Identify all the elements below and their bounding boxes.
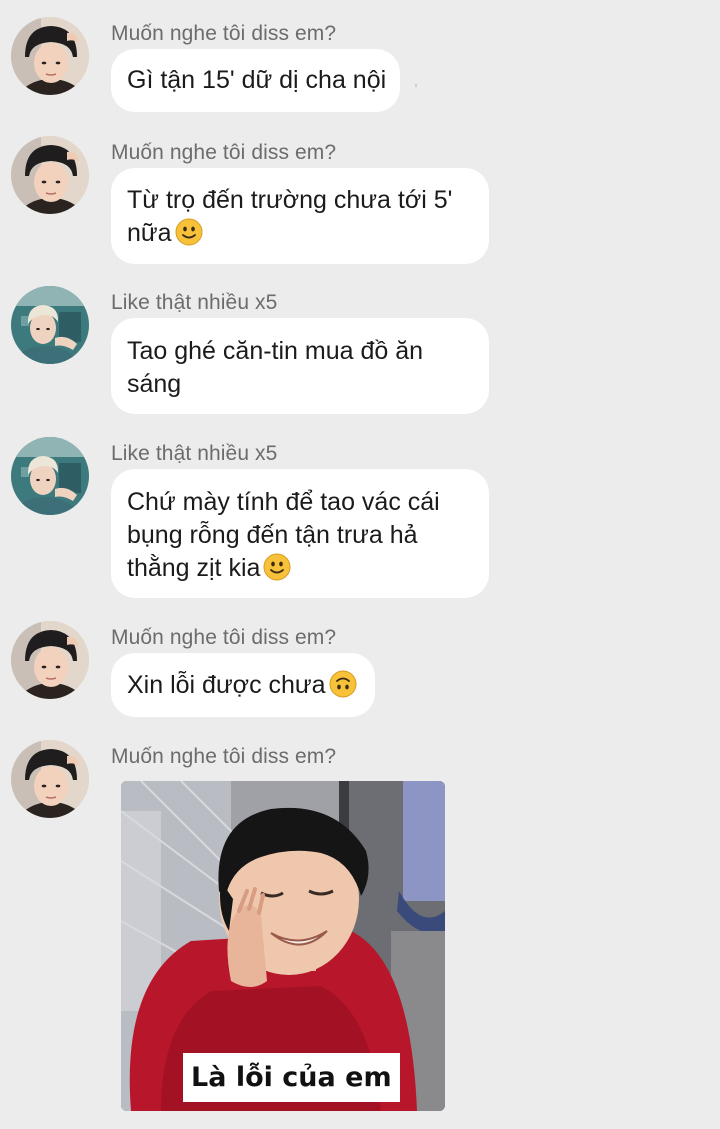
divider xyxy=(415,84,417,87)
image-caption: Là lỗi của em xyxy=(183,1053,400,1102)
slightly-smiling-face-icon xyxy=(263,553,291,581)
message-text-line: thằng zịt kia xyxy=(127,552,473,585)
avatar[interactable] xyxy=(11,286,89,364)
message-text: nữa xyxy=(127,219,172,247)
message-text: thằng zịt kia xyxy=(127,554,261,582)
avatar-beanie-boy-icon xyxy=(11,740,89,818)
message-bubble[interactable]: Chứ mày tính để tao vác cái bụng rỗng đế… xyxy=(111,469,489,598)
message-text: sáng xyxy=(127,370,182,398)
message-text: Xin lỗi được chưa xyxy=(127,671,326,699)
avatar[interactable] xyxy=(11,136,89,214)
sender-name: Like thật nhiều x5 xyxy=(111,442,278,465)
avatar-beanie-boy-icon xyxy=(11,136,89,214)
message-bubble[interactable]: Xin lỗi được chưa xyxy=(111,653,375,717)
message-text: Từ trọ đến trường chưa tới 5' xyxy=(127,186,453,214)
avatar[interactable] xyxy=(11,437,89,515)
slightly-smiling-face-icon xyxy=(175,218,203,246)
sender-name: Muốn nghe tôi diss em? xyxy=(111,745,337,768)
message-text-line: nữa xyxy=(127,217,473,250)
sender-name: Muốn nghe tôi diss em? xyxy=(111,141,337,164)
chat-thread: Muốn nghe tôi diss em? Gì tận 15' dữ dị … xyxy=(0,0,720,1129)
message-text: bụng rỗng đến tận trưa hả xyxy=(127,521,418,549)
avatar[interactable] xyxy=(11,621,89,699)
message-text: Tao ghé căn-tin mua đồ ăn xyxy=(127,337,424,365)
message-bubble[interactable]: Tao ghé căn-tin mua đồ ăn sáng xyxy=(111,318,489,414)
avatar-beanie-boy-icon xyxy=(11,621,89,699)
avatar-blonde-boy-icon xyxy=(11,286,89,364)
sender-name: Muốn nghe tôi diss em? xyxy=(111,22,337,45)
avatar-beanie-boy-icon xyxy=(11,17,89,95)
message-text: Gì tận 15' dữ dị cha nội xyxy=(127,66,387,94)
sender-name: Like thật nhiều x5 xyxy=(111,291,278,314)
avatar[interactable] xyxy=(11,740,89,818)
avatar[interactable] xyxy=(11,17,89,95)
message-text: Chứ mày tính để tao vác cái xyxy=(127,488,440,516)
message-bubble[interactable]: Gì tận 15' dữ dị cha nội xyxy=(111,49,400,112)
upside-down-face-icon xyxy=(329,670,357,698)
message-bubble[interactable]: Từ trọ đến trường chưa tới 5' nữa xyxy=(111,168,489,264)
avatar-blonde-boy-icon xyxy=(11,437,89,515)
sender-name: Muốn nghe tôi diss em? xyxy=(111,626,337,649)
